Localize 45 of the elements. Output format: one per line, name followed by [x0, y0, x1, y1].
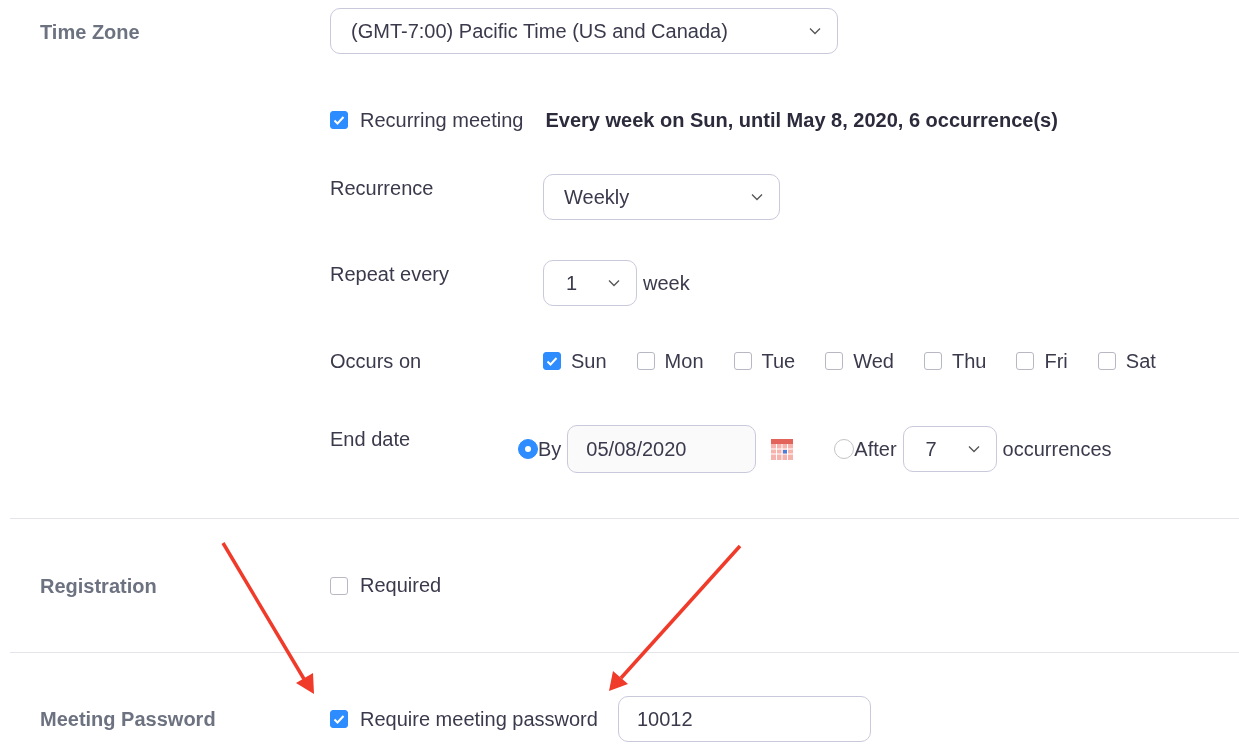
password-field[interactable]: 10012	[617, 696, 871, 742]
checkbox[interactable]	[733, 352, 752, 370]
checkbox[interactable]	[330, 111, 348, 129]
radio-button[interactable]	[834, 439, 855, 459]
checkbox[interactable]	[1016, 352, 1035, 370]
section-label: Time Zone	[39, 20, 141, 45]
calendar-icon[interactable]	[770, 437, 795, 461]
chevron-icon	[809, 27, 821, 35]
day-label: Tue	[761, 349, 796, 373]
time-zone-select[interactable]: (GMT-7:00) Pacific Time (US and Canada)	[330, 8, 838, 54]
checkbox[interactable]	[1097, 352, 1116, 370]
checkbox-label: Required	[360, 574, 442, 597]
checkbox[interactable]	[924, 352, 942, 370]
day-label: Sat	[1125, 349, 1156, 373]
field-label: End date	[330, 427, 412, 452]
radio-button[interactable]	[518, 439, 538, 459]
repeat-select[interactable]: 1	[543, 260, 637, 306]
checkbox[interactable]	[636, 352, 655, 370]
field-label: Repeat every	[330, 262, 450, 287]
day-label: Fri	[1044, 349, 1068, 373]
checkbox-label: Recurring meeting	[360, 108, 524, 132]
recurrence-summary: Every week on Sun, until May 8, 2020, 6 occurrence(s)	[545, 108, 1058, 132]
chevron-icon	[967, 445, 980, 453]
date-field[interactable]: 05/08/2020	[567, 425, 757, 473]
checkbox[interactable]	[330, 576, 348, 595]
section-label: Registration	[39, 573, 158, 599]
chevron-icon	[608, 279, 620, 287]
section-label: Meeting Password	[39, 707, 217, 732]
checkbox[interactable]	[330, 710, 348, 728]
field-label: Recurrence	[330, 176, 435, 201]
day-label: Thu	[952, 349, 987, 373]
field-label: Occurs on	[330, 349, 423, 374]
checkbox[interactable]	[825, 352, 844, 370]
unit-label: occurrences	[1002, 437, 1112, 461]
day-label: Mon	[664, 349, 704, 373]
recurrence-select[interactable]: Weekly	[543, 174, 780, 220]
day-label: Wed	[853, 349, 894, 373]
radio-label: By	[538, 437, 562, 461]
radio-label: After	[854, 437, 897, 461]
occurrence-select[interactable]: 7	[902, 426, 997, 472]
day-label: Sun	[571, 349, 607, 373]
chevron-icon	[751, 193, 763, 201]
checkbox[interactable]	[543, 352, 561, 370]
unit-label: week	[643, 271, 690, 295]
checkbox-label: Require meeting password	[360, 707, 598, 731]
